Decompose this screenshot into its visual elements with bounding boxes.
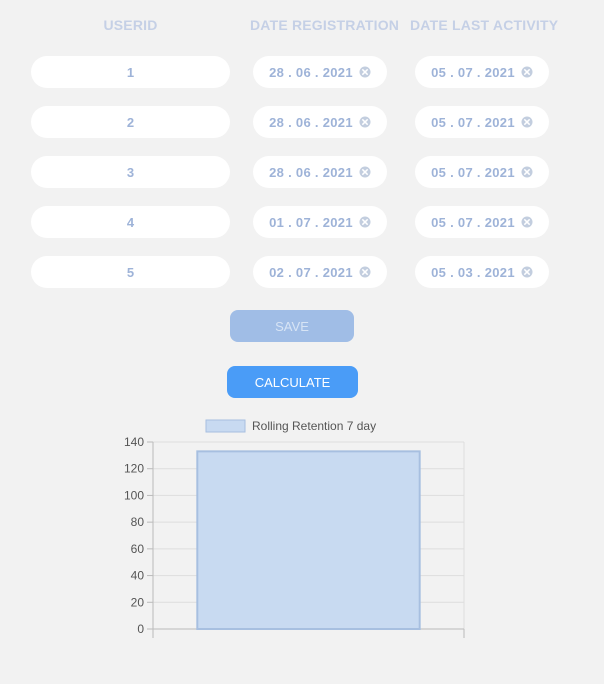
registration-date-value: 02 . 07 . 2021 [269, 264, 353, 280]
table-row: 2 28 . 06 . 2021 05 . 07 . 2021 [0, 106, 604, 138]
last-activity-date-field[interactable]: 05 . 07 . 2021 [415, 106, 549, 138]
legend-label: Rolling Retention 7 day [252, 419, 376, 433]
userid-field[interactable]: 4 [31, 206, 230, 238]
y-tick-label: 100 [124, 488, 144, 502]
last-activity-date-value: 05 . 07 . 2021 [431, 214, 515, 230]
userid-value: 5 [126, 264, 135, 280]
retention-chart: Rolling Retention 7 day 0 20 40 60 80 100 120 14… [124, 419, 465, 638]
last-activity-date-value: 05 . 07 . 2021 [431, 114, 515, 130]
table-row: 4 01 . 07 . 2021 05 . 07 . 2021 [0, 206, 604, 238]
y-tick-label: 80 [131, 515, 145, 529]
save-button[interactable]: SAVE [230, 310, 354, 342]
clear-icon[interactable] [359, 266, 371, 278]
clear-icon[interactable] [359, 116, 371, 128]
userid-value: 1 [126, 64, 135, 80]
registration-date-field[interactable]: 28 . 06 . 2021 [253, 156, 387, 188]
userid-field[interactable]: 3 [31, 156, 230, 188]
clear-icon[interactable] [521, 166, 533, 178]
table-row: 1 28 . 06 . 2021 05 . 07 . 2021 [0, 56, 604, 88]
userid-field[interactable]: 2 [31, 106, 230, 138]
last-activity-date-field[interactable]: 05 . 07 . 2021 [415, 56, 549, 88]
column-header-userid: USERID [103, 17, 158, 33]
clear-icon[interactable] [359, 216, 371, 228]
registration-date-field[interactable]: 28 . 06 . 2021 [253, 106, 387, 138]
column-header-date-registration: DATE REGISTRATION [250, 17, 400, 33]
registration-date-value: 28 . 06 . 2021 [269, 114, 353, 130]
userid-field[interactable]: 1 [31, 56, 230, 88]
registration-date-field[interactable]: 28 . 06 . 2021 [253, 56, 387, 88]
userid-value: 2 [126, 114, 135, 130]
y-tick-label: 60 [131, 542, 145, 556]
userid-value: 4 [126, 214, 135, 230]
clear-icon[interactable] [521, 266, 533, 278]
last-activity-date-value: 05 . 07 . 2021 [431, 64, 515, 80]
last-activity-date-field[interactable]: 05 . 07 . 2021 [415, 206, 549, 238]
registration-date-value: 28 . 06 . 2021 [269, 64, 353, 80]
registration-date-field[interactable]: 01 . 07 . 2021 [253, 206, 387, 238]
registration-date-value: 28 . 06 . 2021 [269, 164, 353, 180]
last-activity-date-value: 05 . 07 . 2021 [431, 164, 515, 180]
y-tick-label: 120 [124, 462, 144, 476]
clear-icon[interactable] [359, 166, 371, 178]
calculate-button[interactable]: CALCULATE [227, 366, 358, 398]
y-tick-label: 20 [131, 595, 145, 609]
last-activity-date-field[interactable]: 05 . 03 . 2021 [415, 256, 549, 288]
last-activity-date-value: 05 . 03 . 2021 [431, 264, 515, 280]
clear-icon[interactable] [521, 116, 533, 128]
userid-value: 3 [126, 164, 135, 180]
clear-icon[interactable] [521, 216, 533, 228]
registration-date-value: 01 . 07 . 2021 [269, 214, 353, 230]
y-tick-label: 140 [124, 435, 144, 449]
table-row: 5 02 . 07 . 2021 05 . 03 . 2021 [0, 256, 604, 288]
registration-date-field[interactable]: 02 . 07 . 2021 [253, 256, 387, 288]
last-activity-date-field[interactable]: 05 . 07 . 2021 [415, 156, 549, 188]
clear-icon[interactable] [521, 66, 533, 78]
y-tick-label: 40 [131, 569, 145, 583]
y-tick-label: 0 [137, 622, 144, 636]
clear-icon[interactable] [359, 66, 371, 78]
userid-field[interactable]: 5 [31, 256, 230, 288]
column-header-date-last-activity: DATE LAST ACTIVITY [410, 17, 559, 33]
legend-swatch [205, 419, 246, 433]
table-row: 3 28 . 06 . 2021 05 . 07 . 2021 [0, 156, 604, 188]
bar [196, 450, 421, 630]
